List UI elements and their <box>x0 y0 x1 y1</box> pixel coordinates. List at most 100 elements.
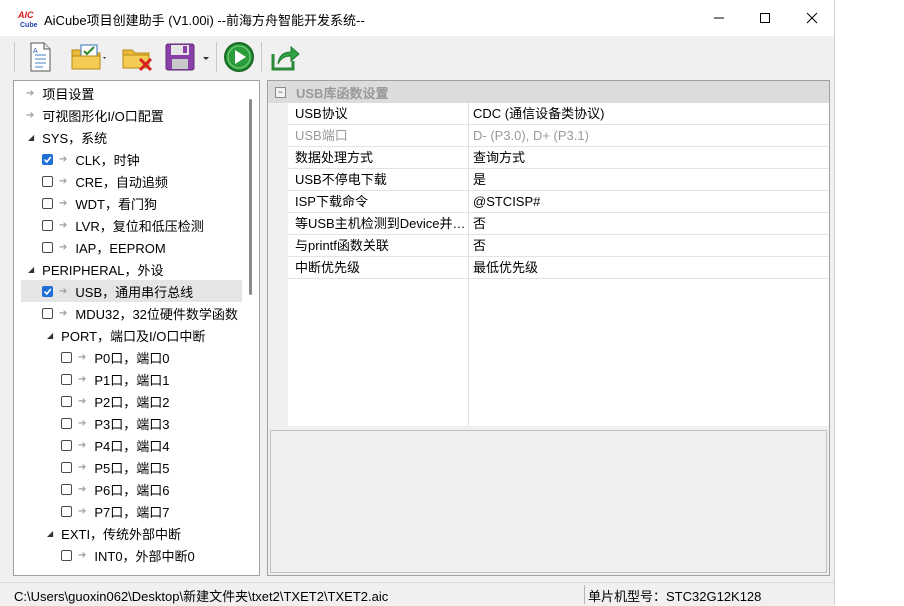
checkbox[interactable] <box>42 219 53 231</box>
window-title: AiCube项目创建助手 (V1.00i) --前海方舟智能开发系统-- <box>44 13 365 28</box>
arrow-right-icon: ➔ <box>78 439 87 451</box>
arrow-right-icon: ➔ <box>78 417 87 429</box>
close-project-button[interactable] <box>120 40 156 74</box>
property-value[interactable]: 否 <box>473 213 823 235</box>
property-row[interactable]: 中断优先级 最低优先级 <box>268 257 829 279</box>
tree-item-label: P2口，端口2 <box>94 394 170 410</box>
checkbox[interactable] <box>42 307 53 319</box>
checkbox[interactable] <box>42 197 53 209</box>
property-row[interactable]: USB不停电下载 是 <box>268 169 829 191</box>
checkbox[interactable] <box>61 395 72 407</box>
checkbox[interactable] <box>61 417 72 429</box>
toolbar-separator <box>261 42 262 72</box>
arrow-right-icon: ➔ <box>59 307 68 319</box>
tree-item[interactable]: ➔ LVR，复位和低压检测 <box>42 214 204 236</box>
tree-item[interactable]: ➔ P2口，端口2 <box>61 390 170 412</box>
tree-item-selected[interactable]: ➔ USB，通用串行总线 <box>21 280 242 302</box>
property-grid: − USB库函数设置 USB协议 CDC (通信设备类协议) USB端口 D- … <box>268 81 829 426</box>
tree-item[interactable]: ➔ 项目设置 <box>26 82 94 104</box>
checkbox[interactable] <box>42 175 53 187</box>
tree-item[interactable]: ➔ P0口，端口0 <box>61 346 170 368</box>
tree-item-label: EXTI，传统外部中断 <box>61 526 182 542</box>
property-description-box <box>270 430 827 573</box>
arrow-right-icon: ➔ <box>78 373 87 385</box>
arrow-right-icon: ➔ <box>26 87 35 99</box>
checkbox[interactable] <box>61 549 72 561</box>
status-bar: C:\Users\guoxin062\Desktop\新建文件夹\txet2\T… <box>0 582 834 606</box>
tree-item[interactable]: ➔ MDU32，32位硬件数学函数 <box>42 302 238 324</box>
run-play-icon <box>224 42 254 72</box>
tree-group-exti[interactable]: ◢ EXTI，传统外部中断 <box>47 522 181 544</box>
export-button[interactable] <box>266 40 304 74</box>
arrow-right-icon: ➔ <box>59 197 68 209</box>
tree-group-peripheral[interactable]: ◢ PERIPHERAL，外设 <box>28 258 164 280</box>
save-project-button[interactable] <box>160 40 212 74</box>
tree-item[interactable]: ➔ P3口，端口3 <box>61 412 170 434</box>
collapse-triangle-icon[interactable]: ◢ <box>28 265 34 274</box>
collapse-triangle-icon[interactable]: ◢ <box>28 133 34 142</box>
property-name: 中断优先级 <box>295 260 361 275</box>
tree-item[interactable]: ➔ IAP，EEPROM <box>42 236 166 258</box>
tree-item[interactable]: ➔ P1口，端口1 <box>61 368 170 390</box>
checkbox[interactable] <box>42 241 53 253</box>
minimize-button[interactable] <box>696 4 742 32</box>
property-category-label: USB库函数设置 <box>296 85 389 101</box>
checkbox[interactable] <box>61 351 72 363</box>
tree-item[interactable]: ➔ WDT，看门狗 <box>42 192 157 214</box>
open-folder-icon <box>71 44 106 70</box>
property-row[interactable]: USB端口 D- (P3.0), D+ (P3.1) <box>268 125 829 147</box>
property-value[interactable]: 最低优先级 <box>473 257 823 279</box>
run-button[interactable] <box>221 40 257 74</box>
property-name: 与printf函数关联 <box>295 238 389 253</box>
collapse-triangle-icon[interactable]: ◢ <box>47 331 53 340</box>
tree-item[interactable]: ➔ CRE，自动追频 <box>42 170 168 192</box>
tree-item[interactable]: ➔ CLK，时钟 <box>42 148 140 170</box>
tree-item-label: MDU32，32位硬件数学函数 <box>75 306 238 322</box>
tree-group-sys[interactable]: ◢ SYS，系统 <box>28 126 107 148</box>
svg-text:AIC: AIC <box>17 10 34 20</box>
tree-group-port[interactable]: ◢ PORT，端口及I/O口中断 <box>47 324 205 346</box>
open-project-button[interactable] <box>64 40 112 74</box>
new-document-icon: A <box>30 42 51 72</box>
property-row[interactable]: ISP下载命令 @STCISP# <box>268 191 829 213</box>
new-project-button[interactable]: A <box>24 40 56 74</box>
property-value[interactable]: 是 <box>473 169 823 191</box>
tree-item[interactable]: ➔ P7口，端口7 <box>61 500 170 522</box>
property-value[interactable]: CDC (通信设备类协议) <box>473 103 823 125</box>
close-button[interactable] <box>789 4 835 32</box>
property-row[interactable]: 数据处理方式 查询方式 <box>268 147 829 169</box>
config-tree[interactable]: ➔ 项目设置 ➔ 可视图形化I/O口配置 ◢ SYS，系统 ➔ CLK，时钟 ➔… <box>13 80 260 576</box>
tree-item[interactable]: ➔ INT0，外部中断0 <box>61 544 195 566</box>
checkbox[interactable] <box>61 483 72 495</box>
collapse-triangle-icon[interactable]: ◢ <box>47 529 53 538</box>
property-category[interactable]: − USB库函数设置 <box>268 81 829 103</box>
collapse-minus-icon[interactable]: − <box>275 86 286 98</box>
checkbox-checked[interactable] <box>42 153 53 165</box>
checkbox[interactable] <box>61 461 72 473</box>
maximize-button[interactable] <box>742 4 788 32</box>
tree-item[interactable]: ➔ 可视图形化I/O口配置 <box>26 104 164 126</box>
property-name: USB不停电下载 <box>295 172 387 187</box>
property-value[interactable]: 否 <box>473 235 823 257</box>
tree-item-label: P7口，端口7 <box>94 504 170 520</box>
property-row[interactable]: USB协议 CDC (通信设备类协议) <box>268 103 829 125</box>
tree-item-label: P1口，端口1 <box>94 372 170 388</box>
property-value[interactable]: @STCISP# <box>473 191 823 213</box>
checkbox[interactable] <box>61 373 72 385</box>
property-row[interactable]: 等USB主机检测到Device并… 否 <box>268 213 829 235</box>
tree-scrollbar[interactable] <box>249 99 252 295</box>
property-value[interactable]: 查询方式 <box>473 147 823 169</box>
app-logo-icon: AIC Cube <box>17 10 38 29</box>
tree-item[interactable]: ➔ P6口，端口6 <box>61 478 170 500</box>
status-mcu-model: 单片机型号：STC32G12K128 <box>588 589 762 604</box>
property-value: D- (P3.0), D+ (P3.1) <box>473 128 589 143</box>
tree-item[interactable]: ➔ P4口，端口4 <box>61 434 170 456</box>
tree-item-label: SYS，系统 <box>42 130 108 146</box>
checkbox[interactable] <box>61 439 72 451</box>
toolbar: A <box>0 36 834 78</box>
tree-item[interactable]: ➔ P5口，端口5 <box>61 456 170 478</box>
checkbox[interactable] <box>61 505 72 517</box>
checkbox-checked[interactable] <box>42 285 53 297</box>
property-row[interactable]: 与printf函数关联 否 <box>268 235 829 257</box>
property-name: ISP下载命令 <box>295 194 368 209</box>
